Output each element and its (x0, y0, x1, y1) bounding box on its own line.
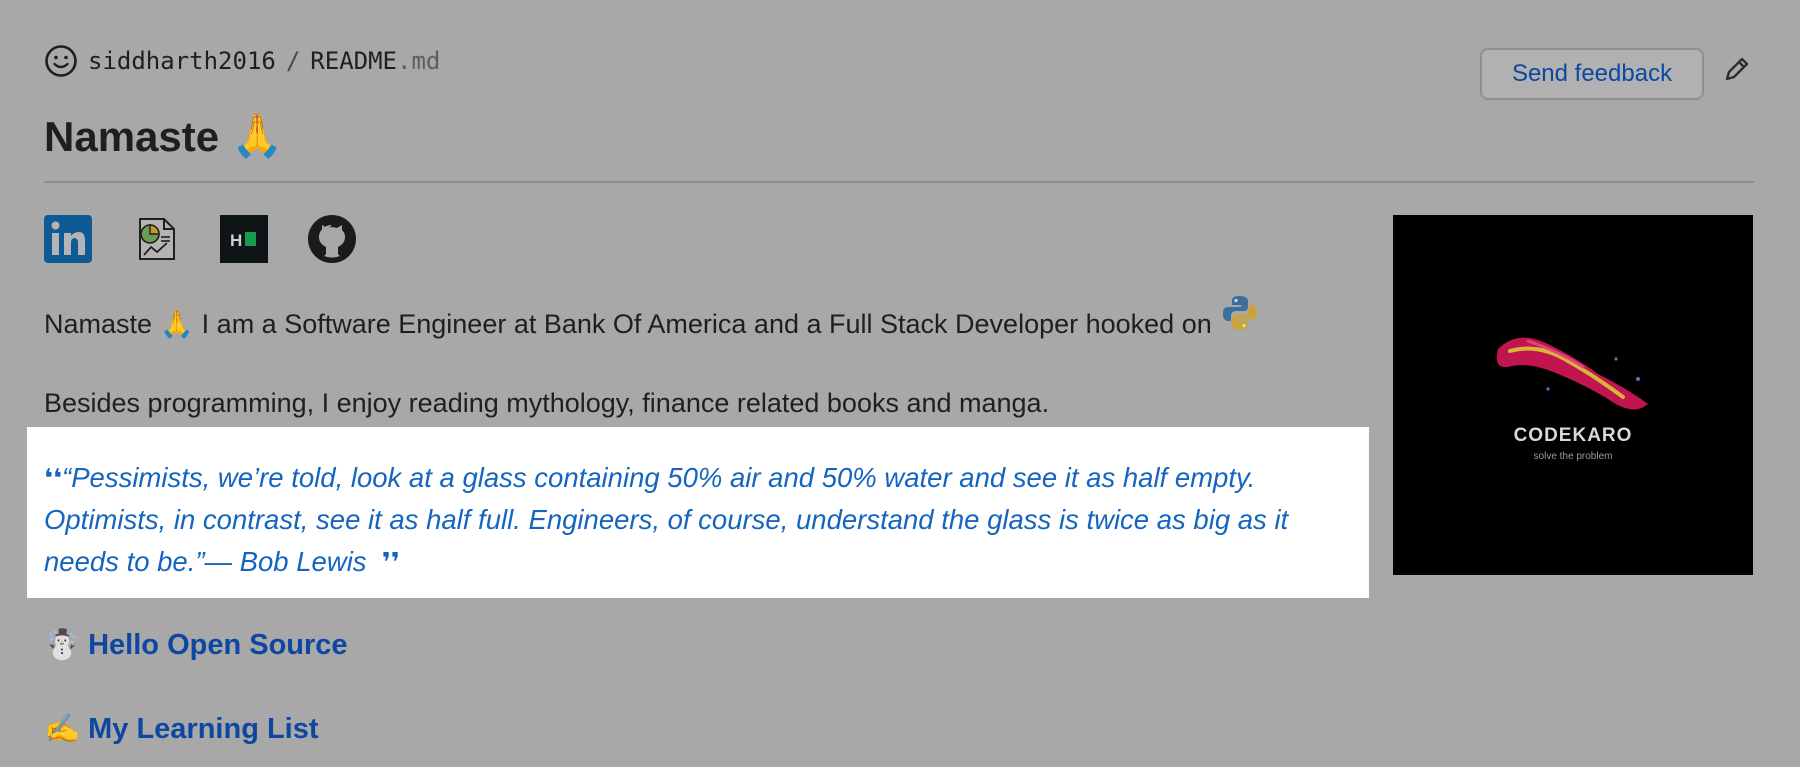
quote-block: ❛❛“Pessimists, we’re told, look at a gla… (44, 457, 1352, 583)
pencil-icon[interactable] (1720, 52, 1754, 86)
intro-paragraph: Namaste 🙏 I am a Software Engineer at Ba… (44, 296, 1260, 340)
quote-open-icon: ❛❛ (44, 463, 63, 493)
logo-tagline: solve the problem (1533, 450, 1613, 462)
folded-hands-emoji: 🙏 (160, 309, 194, 339)
repo-owner[interactable]: siddharth2016 (88, 47, 276, 75)
quote-text: “Pessimists, we’re told, look at a glass… (44, 462, 1289, 577)
file-name[interactable]: README.md (310, 47, 440, 75)
quote-highlight: ❛❛“Pessimists, we’re told, look at a gla… (27, 427, 1369, 598)
file-name-base[interactable]: README (310, 47, 397, 75)
writing-hand-emoji: ✍️ (44, 713, 81, 745)
send-feedback-button[interactable]: Send feedback (1480, 48, 1704, 100)
title-divider (44, 181, 1754, 183)
codekaro-banner-image: CODEKARO solve the problem (1393, 215, 1753, 575)
github-icon[interactable] (308, 215, 356, 263)
python-icon (1222, 296, 1257, 330)
page-title: Namaste 🙏 (44, 112, 283, 161)
hackerrank-icon[interactable]: H (220, 215, 268, 263)
snowman-emoji: ☃️ (44, 629, 81, 661)
svg-text:H: H (230, 231, 242, 250)
section-label[interactable]: Hello Open Source (88, 629, 347, 662)
file-extension: .md (397, 47, 441, 75)
section-my-learning-list[interactable]: ✍️ My Learning List (44, 712, 319, 746)
linkedin-icon[interactable] (44, 215, 92, 263)
folded-hands-emoji: 🙏 (231, 112, 284, 159)
intro-text: I am a Software Engineer at Bank Of Amer… (201, 308, 1212, 339)
path-separator: / (285, 47, 301, 75)
brush-stroke-graphic (1496, 337, 1648, 409)
portfolio-icon[interactable] (132, 215, 180, 263)
section-label[interactable]: My Learning List (88, 713, 318, 746)
logo-wordmark: CODEKARO (1513, 424, 1633, 446)
smiley-icon (45, 45, 77, 77)
repo-breadcrumb: siddharth2016 / README.md (44, 44, 440, 78)
section-hello-open-source[interactable]: ☃️ Hello Open Source (44, 628, 348, 662)
intro-start: Namaste (44, 308, 153, 339)
besides-paragraph: Besides programming, I enjoy reading myt… (44, 388, 1050, 418)
quote-close-icon: ❜❜ (381, 547, 400, 577)
title-text: Namaste (44, 112, 220, 160)
